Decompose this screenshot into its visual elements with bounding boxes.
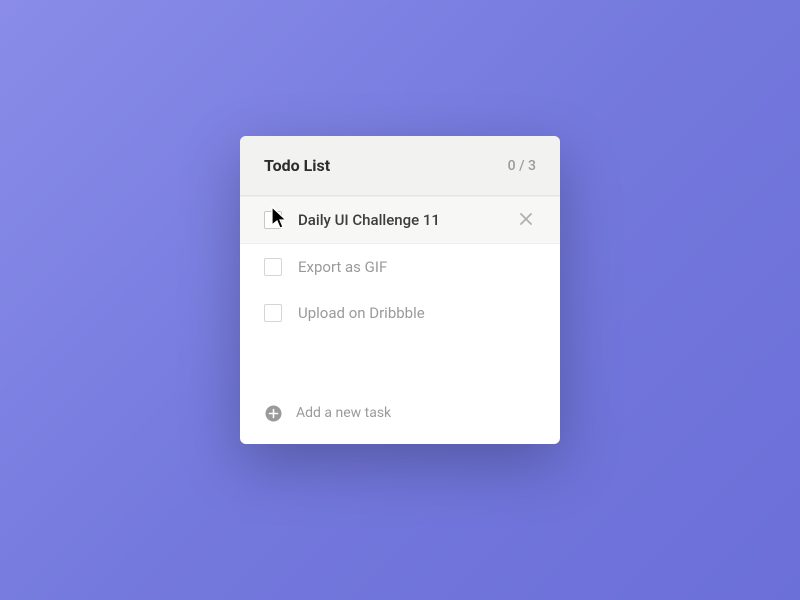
task-label: Upload on Dribbble — [298, 304, 536, 322]
task-counter: 0 / 3 — [508, 158, 536, 174]
task-item[interactable]: Daily UI Challenge 11 — [240, 196, 560, 244]
close-icon — [520, 213, 532, 225]
task-list: Daily UI Challenge 11 Export as GIF Uplo… — [240, 196, 560, 336]
card-title: Todo List — [264, 156, 330, 175]
checkbox[interactable] — [264, 211, 282, 229]
task-label: Daily UI Challenge 11 — [298, 211, 516, 229]
task-item[interactable]: Export as GIF — [240, 244, 560, 290]
add-task-button[interactable]: Add a new task — [240, 386, 560, 444]
card-header: Todo List 0 / 3 — [240, 136, 560, 196]
plus-icon — [264, 404, 282, 422]
checkbox[interactable] — [264, 258, 282, 276]
delete-button[interactable] — [516, 211, 536, 229]
add-task-label: Add a new task — [296, 405, 391, 421]
todo-card: Todo List 0 / 3 Daily UI Challenge 11 Ex… — [240, 136, 560, 444]
task-item[interactable]: Upload on Dribbble — [240, 290, 560, 336]
task-label: Export as GIF — [298, 258, 536, 276]
checkbox[interactable] — [264, 304, 282, 322]
